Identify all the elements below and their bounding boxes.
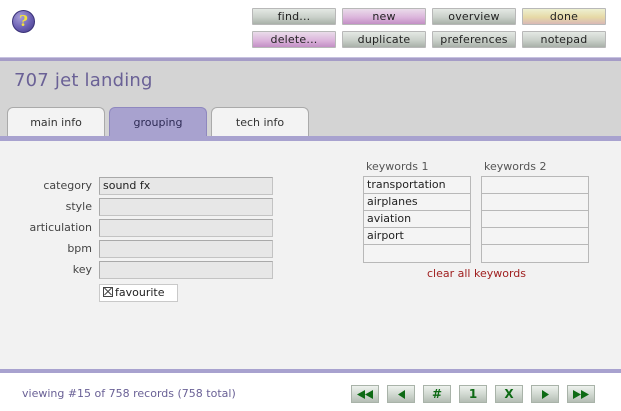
footer: viewing #15 of 758 records (758 total) #… (0, 373, 621, 411)
style-label: style (65, 200, 92, 213)
tab-grouping[interactable]: grouping (109, 107, 207, 136)
keywords-1-header: keywords 1 (366, 160, 429, 173)
preferences-button[interactable]: preferences (432, 31, 516, 48)
record-header: 707 jet landing main info grouping tech … (0, 61, 621, 136)
keyword-item[interactable] (482, 211, 588, 228)
keyword-item[interactable] (482, 245, 588, 262)
delete-button[interactable]: delete... (252, 31, 336, 48)
notepad-button[interactable]: notepad (522, 31, 606, 48)
next-record-button[interactable] (531, 385, 559, 403)
triangle-right-icon (541, 390, 549, 399)
checkbox-checked-icon[interactable] (103, 287, 113, 297)
keyword-item[interactable] (482, 228, 588, 245)
keyword-item[interactable] (482, 194, 588, 211)
first-record-button[interactable] (351, 385, 379, 403)
previous-record-button[interactable] (387, 385, 415, 403)
close-find-button[interactable]: X (495, 385, 523, 403)
favourite-checkbox[interactable]: favourite (99, 284, 178, 302)
tab-main-info[interactable]: main info (7, 107, 105, 136)
keywords-1-list[interactable]: transportation airplanes aviation airpor… (363, 176, 471, 263)
favourite-label: favourite (115, 286, 165, 299)
keyword-item[interactable] (364, 245, 470, 262)
keyword-item[interactable] (482, 177, 588, 194)
keywords-2-list[interactable] (481, 176, 589, 263)
keyword-item[interactable]: airplanes (364, 194, 470, 211)
key-label: key (72, 263, 92, 276)
new-button[interactable]: new (342, 8, 426, 25)
duplicate-button[interactable]: duplicate (342, 31, 426, 48)
triangle-left-icon (397, 390, 405, 399)
tab-tech-info[interactable]: tech info (211, 107, 309, 136)
style-field[interactable] (99, 198, 273, 216)
help-icon[interactable]: ? (12, 10, 35, 33)
keyword-item[interactable]: airport (364, 228, 470, 245)
keyword-item[interactable]: transportation (364, 177, 470, 194)
category-label: category (43, 179, 92, 192)
page-number-button[interactable]: 1 (459, 385, 487, 403)
category-field[interactable]: sound fx (99, 177, 273, 195)
clear-all-keywords-link[interactable]: clear all keywords (363, 267, 590, 280)
last-record-button[interactable] (567, 385, 595, 403)
done-button[interactable]: done (522, 8, 606, 25)
keyword-item[interactable]: aviation (364, 211, 470, 228)
grouping-panel: category sound fx style articulation bpm… (0, 141, 621, 369)
overview-button[interactable]: overview (432, 8, 516, 25)
articulation-field[interactable] (99, 219, 273, 237)
keywords-2-header: keywords 2 (484, 160, 547, 173)
articulation-label: articulation (29, 221, 92, 234)
record-title: 707 jet landing (14, 70, 153, 91)
fast-forward-icon (573, 390, 589, 399)
goto-record-button[interactable]: # (423, 385, 451, 403)
find-button[interactable]: find... (252, 8, 336, 25)
key-field[interactable] (99, 261, 273, 279)
toolbar: ? find... new overview done delete... du… (0, 0, 621, 57)
record-status: viewing #15 of 758 records (758 total) (22, 387, 236, 400)
rewind-icon (357, 390, 373, 399)
bpm-label: bpm (67, 242, 92, 255)
bpm-field[interactable] (99, 240, 273, 258)
